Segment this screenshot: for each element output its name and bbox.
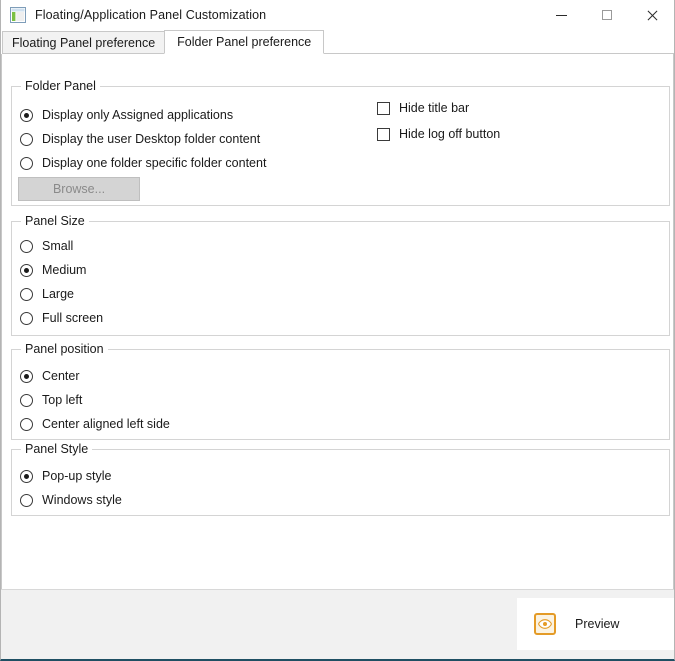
radio-label: Windows style bbox=[42, 493, 122, 507]
radio-indicator bbox=[20, 370, 33, 383]
radio-label: Display only Assigned applications bbox=[42, 108, 233, 122]
radio-label: Pop-up style bbox=[42, 469, 111, 483]
preview-button-label: Preview bbox=[575, 617, 619, 631]
radio-label: Center aligned left side bbox=[42, 417, 170, 431]
checkbox-hide-title-bar[interactable]: Hide title bar bbox=[377, 101, 469, 115]
radio-panel-position-top-left[interactable]: Top left bbox=[20, 393, 82, 407]
radio-panel-size-large[interactable]: Large bbox=[20, 287, 74, 301]
radio-panel-size-full-screen[interactable]: Full screen bbox=[20, 311, 103, 325]
radio-indicator bbox=[20, 240, 33, 253]
radio-indicator bbox=[20, 494, 33, 507]
radio-panel-position-center[interactable]: Center bbox=[20, 369, 80, 383]
radio-indicator bbox=[20, 312, 33, 325]
radio-label: Small bbox=[42, 239, 73, 253]
group-legend-panel-position: Panel position bbox=[21, 342, 108, 356]
radio-panel-size-medium[interactable]: Medium bbox=[20, 263, 86, 277]
maximize-icon bbox=[602, 10, 612, 20]
radio-display-user-desktop-folder-content[interactable]: Display the user Desktop folder content bbox=[20, 132, 260, 146]
preview-button[interactable]: Preview bbox=[517, 598, 674, 650]
close-icon bbox=[645, 9, 658, 22]
tab-content-folder-panel: Folder Panel Display only Assigned appli… bbox=[1, 54, 674, 615]
group-panel-size: Panel Size bbox=[11, 214, 670, 336]
close-button[interactable] bbox=[629, 0, 674, 30]
radio-label: Display one folder specific folder conte… bbox=[42, 156, 266, 170]
radio-indicator bbox=[20, 157, 33, 170]
application-window: Floating/Application Panel Customization… bbox=[0, 0, 675, 661]
browse-button[interactable]: Browse... bbox=[18, 177, 140, 201]
radio-indicator bbox=[20, 264, 33, 277]
tab-label: Floating Panel preference bbox=[12, 36, 155, 50]
tab-floating-panel-preference[interactable]: Floating Panel preference bbox=[2, 31, 165, 54]
group-legend-panel-size: Panel Size bbox=[21, 214, 89, 228]
checkbox-hide-log-off-button[interactable]: Hide log off button bbox=[377, 127, 500, 141]
checkbox-indicator bbox=[377, 102, 390, 115]
radio-indicator bbox=[20, 109, 33, 122]
checkbox-label: Hide log off button bbox=[399, 127, 500, 141]
maximize-button[interactable] bbox=[584, 0, 629, 30]
radio-panel-style-windows[interactable]: Windows style bbox=[20, 493, 122, 507]
group-legend-panel-style: Panel Style bbox=[21, 442, 92, 456]
radio-display-one-folder-specific-folder-content[interactable]: Display one folder specific folder conte… bbox=[20, 156, 266, 170]
window-controls bbox=[539, 0, 674, 30]
radio-indicator bbox=[20, 470, 33, 483]
radio-label: Medium bbox=[42, 263, 86, 277]
radio-label: Large bbox=[42, 287, 74, 301]
eye-icon bbox=[534, 613, 556, 635]
tab-label: Folder Panel preference bbox=[177, 35, 311, 49]
radio-indicator bbox=[20, 133, 33, 146]
footer-bar: Preview bbox=[1, 589, 674, 659]
radio-panel-size-small[interactable]: Small bbox=[20, 239, 73, 253]
checkbox-indicator bbox=[377, 128, 390, 141]
radio-label: Display the user Desktop folder content bbox=[42, 132, 260, 146]
minimize-button[interactable] bbox=[539, 0, 584, 30]
radio-label: Center bbox=[42, 369, 80, 383]
radio-label: Top left bbox=[42, 393, 82, 407]
tab-strip: Floating Panel preference Folder Panel p… bbox=[2, 30, 674, 54]
radio-indicator bbox=[20, 418, 33, 431]
minimize-icon bbox=[556, 15, 567, 16]
group-legend-folder-panel: Folder Panel bbox=[21, 79, 100, 93]
browse-button-label: Browse... bbox=[53, 182, 105, 196]
tab-folder-panel-preference[interactable]: Folder Panel preference bbox=[164, 30, 324, 54]
radio-panel-position-center-aligned-left-side[interactable]: Center aligned left side bbox=[20, 417, 170, 431]
radio-indicator bbox=[20, 394, 33, 407]
radio-indicator bbox=[20, 288, 33, 301]
window-title: Floating/Application Panel Customization bbox=[35, 8, 266, 22]
radio-display-only-assigned-applications[interactable]: Display only Assigned applications bbox=[20, 108, 233, 122]
radio-label: Full screen bbox=[42, 311, 103, 325]
checkbox-label: Hide title bar bbox=[399, 101, 469, 115]
title-bar: Floating/Application Panel Customization bbox=[1, 0, 674, 30]
panel-window-icon bbox=[10, 7, 26, 23]
radio-panel-style-popup[interactable]: Pop-up style bbox=[20, 469, 111, 483]
